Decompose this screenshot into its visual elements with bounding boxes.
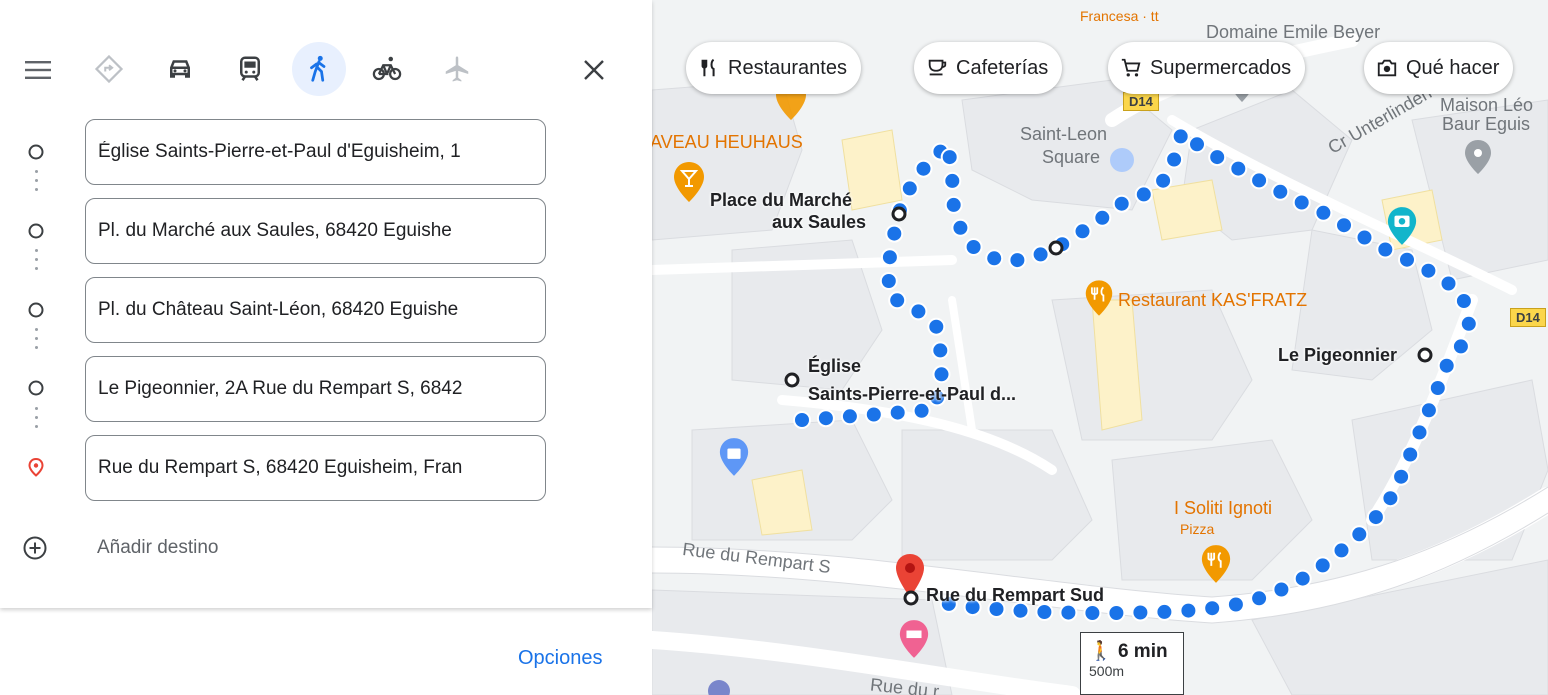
shopping-cart-icon [1121, 58, 1141, 77]
car-icon [170, 60, 190, 78]
map-label-francesa: Francesa · tt [1080, 8, 1159, 24]
travel-mode-best[interactable] [82, 42, 136, 96]
travel-mode-walk[interactable] [292, 42, 346, 96]
waypoint-circle-icon [28, 380, 44, 396]
map-label-caveau: AVEAU HEUHAUS [652, 132, 803, 152]
map-label-eglise[interactable]: Église [808, 356, 861, 377]
waypoint-marker-place-marche[interactable] [891, 206, 907, 222]
chip-restaurants[interactable]: Restaurantes [686, 42, 861, 94]
fork-knife-icon [701, 58, 715, 77]
map-label-restaurant-kasfratz[interactable]: Restaurant KAS'FRATZ [1118, 290, 1307, 311]
map-label-pizza: Pizza [1180, 521, 1215, 537]
map-canvas[interactable]: Francesa · tt Domaine Emile Beyer Maison… [652, 0, 1548, 695]
map-label-saints-pierre[interactable]: Saints-Pierre-et-Paul d... [808, 384, 1016, 405]
route-connector-dots [35, 328, 38, 355]
chip-label: Cafeterías [956, 56, 1049, 79]
travel-mode-transit[interactable] [223, 42, 277, 96]
directions-diamond-icon [94, 54, 124, 84]
travel-mode-car[interactable] [153, 42, 207, 96]
waypoint-input-4[interactable] [85, 356, 546, 422]
road-shield-d14: D14 [1123, 92, 1159, 111]
waypoint-marker-eglise[interactable] [784, 372, 800, 388]
map-label-soliti-ignoti[interactable]: I Soliti Ignoti [1174, 498, 1272, 519]
map-label-aux-saules[interactable]: aux Saules [772, 212, 866, 233]
travel-mode-flight[interactable] [430, 42, 484, 96]
map-label-domaine: Domaine Emile Beyer [1206, 22, 1381, 42]
coffee-cup-icon [928, 59, 947, 76]
route-duration-box[interactable]: 🚶 6 min 500m [1080, 632, 1184, 695]
chip-que-hacer[interactable]: Qué hacer [1364, 42, 1514, 94]
close-button[interactable] [572, 48, 616, 92]
waypoint-marker-pigeonnier[interactable] [1417, 347, 1433, 363]
destination-pin-icon [28, 457, 44, 477]
bicycle-icon [372, 56, 402, 81]
waypoint-input-1[interactable] [85, 119, 546, 185]
walking-icon [310, 55, 326, 82]
chip-label: Restaurantes [728, 56, 847, 79]
map-label-maison: Maison Léo [1440, 95, 1534, 115]
add-destination-icon[interactable] [22, 535, 48, 561]
chip-label: Qué hacer [1406, 56, 1500, 79]
menu-button[interactable] [18, 50, 58, 90]
map-label-baur: Baur Eguis [1442, 114, 1531, 134]
route-time: 6 min [1117, 641, 1168, 662]
train-icon [240, 56, 260, 81]
waypoint-marker-rue-rempart[interactable] [903, 590, 919, 606]
map-label-square: Square [1042, 147, 1101, 167]
hamburger-menu-icon [25, 61, 51, 79]
route-connector-dots [35, 249, 38, 276]
close-icon [584, 60, 604, 80]
map-label-place-marche[interactable]: Place du Marché [710, 190, 852, 211]
options-link[interactable]: Opciones [518, 647, 603, 670]
airplane-icon [445, 56, 469, 82]
map-label-pigeonnier[interactable]: Le Pigeonnier [1278, 345, 1397, 366]
waypoint-input-2[interactable] [85, 198, 546, 264]
route-connector-dots [35, 407, 38, 434]
travel-mode-bike[interactable] [360, 42, 414, 96]
waypoint-circle-icon [28, 144, 44, 160]
route-connector-dots [35, 170, 38, 197]
waypoint-circle-icon [28, 223, 44, 239]
map-label-rue-rempart-sud[interactable]: Rue du Rempart Sud [926, 585, 1104, 606]
chip-supermercados[interactable]: Supermercados [1108, 42, 1306, 94]
route-distance: 500m [1089, 663, 1125, 679]
walking-icon: 🚶 [1089, 641, 1113, 662]
waypoint-marker-chateau[interactable] [1048, 240, 1064, 256]
route-duration: 🚶 6 min [1089, 639, 1175, 663]
chip-label: Supermercados [1150, 56, 1292, 79]
map-label-saint-leon: Saint-Leon [1020, 124, 1108, 144]
chip-cafeterias[interactable]: Cafeterías [914, 42, 1063, 94]
camera-icon [1377, 59, 1397, 77]
add-destination-button[interactable]: Añadir destino [97, 537, 218, 559]
waypoint-input-3[interactable] [85, 277, 546, 343]
waypoint-circle-icon [28, 302, 44, 318]
directions-panel: Añadir destino Opciones [0, 0, 652, 695]
destination-input[interactable] [85, 435, 546, 501]
road-shield-d14-east: D14 [1510, 308, 1546, 327]
